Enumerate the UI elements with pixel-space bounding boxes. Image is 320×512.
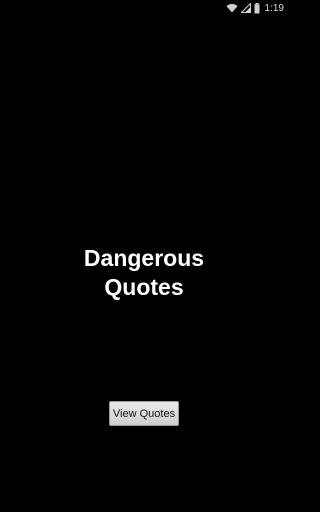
- status-bar: 1:19: [0, 0, 288, 16]
- app-screen: 1:19 Dangerous Quotes View Quotes: [0, 0, 288, 512]
- view-quotes-button[interactable]: View Quotes: [109, 401, 179, 426]
- wifi-icon: [226, 3, 238, 13]
- title-line-2: Quotes: [104, 274, 184, 300]
- signal-icon: [240, 3, 251, 13]
- battery-icon: [254, 2, 260, 14]
- title-line-1: Dangerous: [83, 245, 205, 271]
- status-time: 1:19: [264, 2, 284, 14]
- app-title: Dangerous Quotes: [0, 244, 288, 302]
